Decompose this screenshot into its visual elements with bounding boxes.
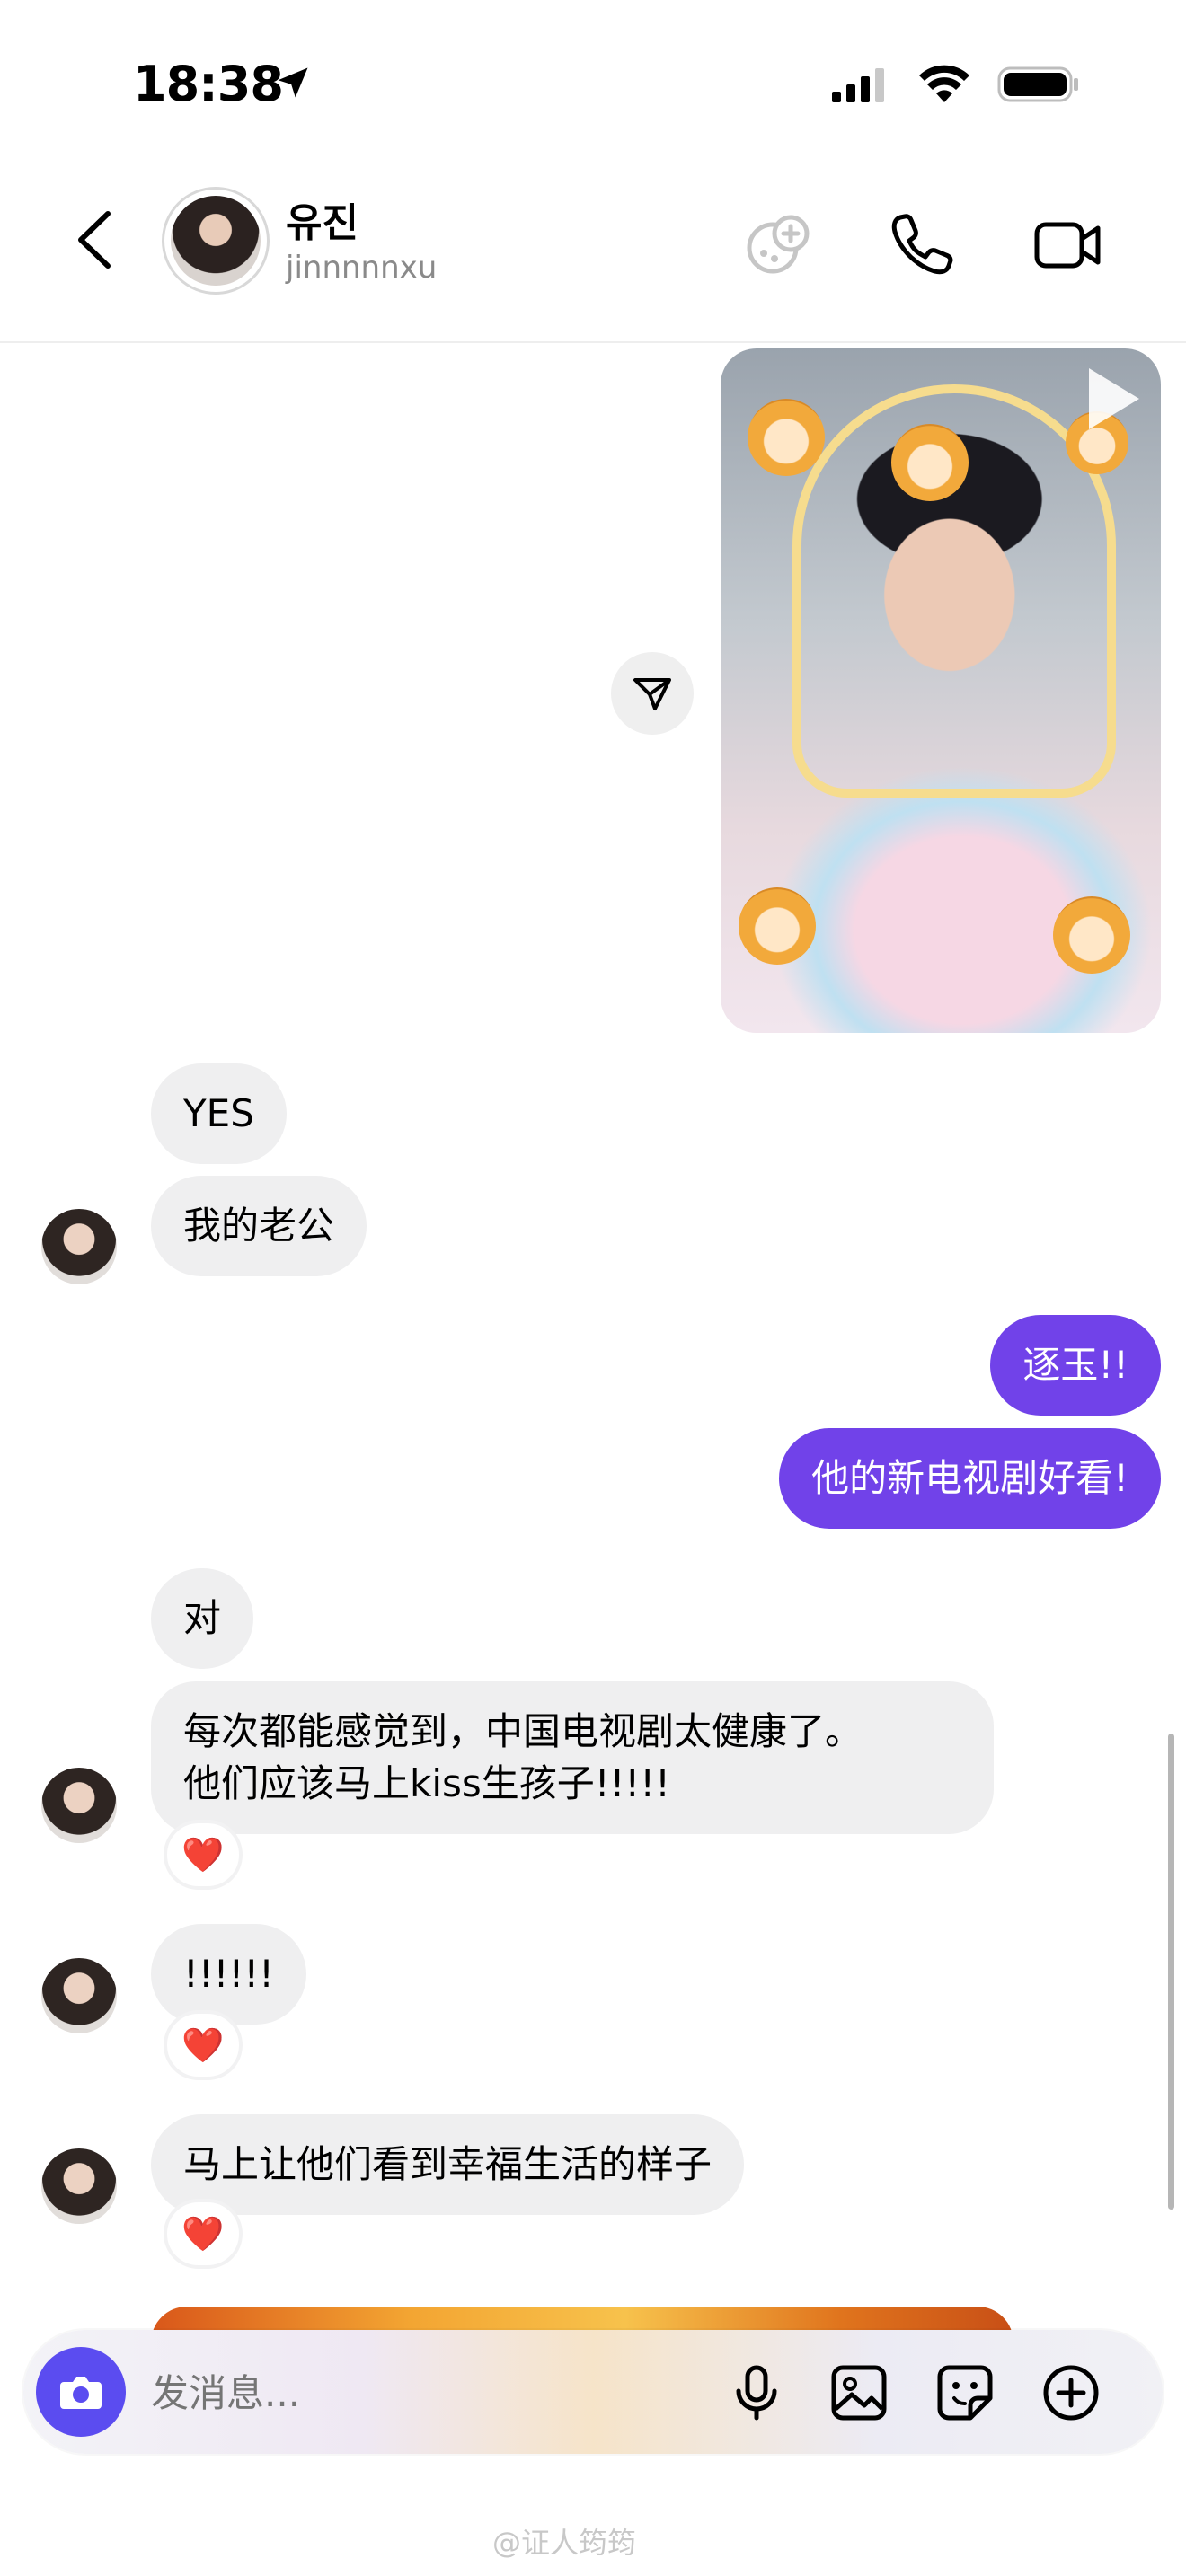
message-bubble-incoming[interactable]: 我的老公 [151, 1176, 367, 1276]
add-icon[interactable] [1040, 2362, 1102, 2423]
message-bubble-incoming[interactable]: 马上让他们看到幸福生活的样子 [151, 2114, 745, 2215]
voice-call-icon[interactable] [886, 208, 958, 280]
lion-sticker-icon [1053, 896, 1130, 974]
lion-sticker-icon [739, 887, 816, 965]
message-text: 他的新电视剧好看! [811, 1456, 1128, 1500]
camera-button[interactable] [36, 2347, 126, 2437]
message-bubble-outgoing[interactable]: 逐玉!! [990, 1315, 1161, 1416]
message-input[interactable] [151, 2371, 690, 2415]
message-text: YES [183, 1091, 254, 1135]
contact-username[interactable]: jinnnnnxu [286, 250, 437, 286]
games-icon[interactable] [742, 208, 814, 280]
message-text: 马上让他们看到幸福生活的样子 [183, 2142, 712, 2186]
message-bubble-incoming[interactable]: !!!!!! [151, 1924, 307, 2025]
heart-reaction[interactable]: ❤️ [164, 1820, 243, 1890]
sender-avatar[interactable] [41, 1768, 117, 1843]
sender-avatar[interactable] [41, 2148, 117, 2224]
header-divider [0, 341, 1186, 343]
heart-icon: ❤️ [181, 2213, 225, 2254]
scrollbar[interactable] [1168, 1734, 1174, 2210]
video-call-icon[interactable] [1031, 208, 1103, 280]
send-icon [633, 678, 671, 710]
microphone-icon[interactable] [726, 2362, 787, 2423]
location-arrow-icon [278, 67, 308, 98]
heart-icon: ❤️ [181, 1834, 225, 1875]
watermark: @证人筠筠 [492, 2526, 637, 2560]
shared-video-message[interactable] [721, 348, 1161, 1033]
message-text: 对 [183, 1596, 222, 1640]
play-icon[interactable] [1089, 368, 1139, 429]
heart-reaction[interactable]: ❤️ [164, 2199, 243, 2269]
status-time: 18:38 [133, 56, 284, 112]
gallery-icon[interactable] [828, 2362, 890, 2423]
status-icons [832, 65, 1080, 104]
message-bubble-incoming[interactable]: 对 [151, 1568, 254, 1669]
message-text-line: 他们应该马上kiss生孩子!!!!! [183, 1761, 670, 1805]
contact-avatar-image [171, 196, 261, 286]
contact-avatar[interactable] [162, 187, 270, 295]
message-text: !!!!!! [183, 1952, 275, 1996]
message-bubble-incoming[interactable]: YES [151, 1063, 287, 1164]
heart-reaction[interactable]: ❤️ [164, 2010, 243, 2080]
sender-avatar[interactable] [41, 1958, 117, 2033]
contact-name[interactable]: 유진 [286, 190, 358, 248]
message-text-line: 每次都能感觉到，中国电视剧太健康了。 [183, 1709, 863, 1753]
share-button[interactable] [611, 652, 694, 735]
message-bubble-incoming[interactable]: 每次都能感觉到，中国电视剧太健康了。 他们应该马上kiss生孩子!!!!! [151, 1681, 994, 1834]
sticker-icon[interactable] [934, 2362, 996, 2423]
cellular-signal-icon [832, 68, 884, 102]
message-text: 我的老公 [183, 1204, 335, 1248]
lion-sticker-icon [748, 399, 825, 476]
back-button[interactable] [72, 208, 117, 271]
message-bubble-outgoing[interactable]: 他的新电视剧好看! [779, 1428, 1161, 1529]
message-text: 逐玉!! [1022, 1343, 1128, 1387]
camera-icon [60, 2377, 102, 2409]
battery-icon [997, 66, 1078, 102]
sender-avatar[interactable] [41, 1209, 117, 1284]
wifi-icon [919, 65, 969, 102]
lion-sticker-icon [891, 424, 969, 501]
heart-icon: ❤️ [181, 2025, 225, 2065]
